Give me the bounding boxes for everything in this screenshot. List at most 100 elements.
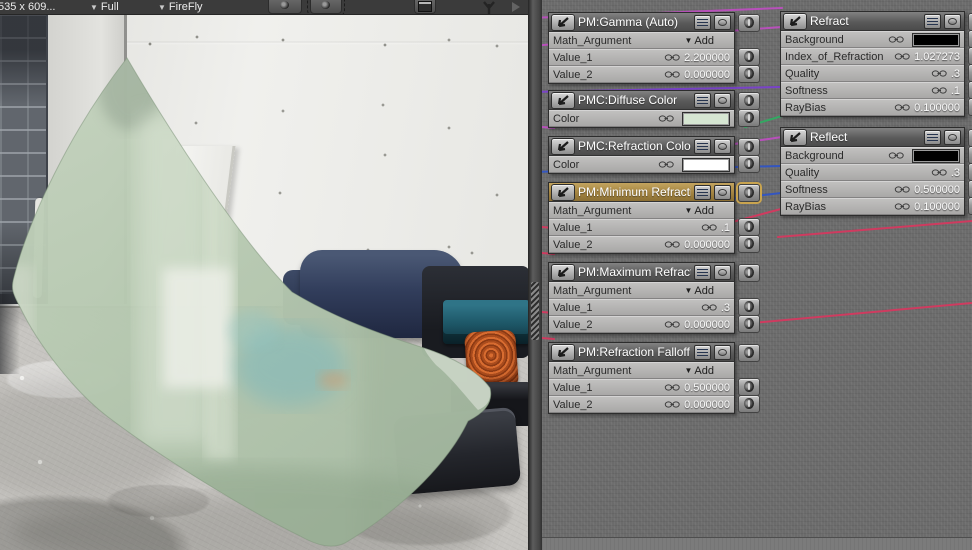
node-menu-button[interactable] [694,92,711,108]
param-value-field[interactable] [658,111,730,126]
node-preview-button[interactable] [551,263,575,281]
color-swatch[interactable] [912,148,960,163]
node-preview-button[interactable] [551,183,575,201]
param-dial[interactable] [968,197,972,215]
param-dial[interactable] [968,98,972,116]
render-button[interactable] [268,0,302,14]
node-menu-button[interactable] [924,13,941,29]
node-header[interactable]: PM:Gamma (Auto) [549,13,734,32]
color-swatch[interactable] [912,32,960,47]
node-refract[interactable]: Refract Background Index_of_Refraction 1… [780,11,972,117]
link-icon[interactable] [894,103,911,112]
param-dial[interactable] [968,30,972,48]
param-dial[interactable] [968,163,972,181]
link-icon[interactable] [664,53,681,62]
splitter-grip[interactable] [531,282,539,340]
param-dial[interactable] [968,47,972,65]
link-icon[interactable] [664,400,681,409]
node-preview-button[interactable] [551,13,575,31]
param-dial[interactable] [738,235,760,253]
node-header[interactable]: PMC:Diffuse Color [549,91,734,110]
param-dial[interactable] [738,315,760,333]
viewport-panel-splitter[interactable] [528,0,542,550]
node-output-connector[interactable] [738,14,760,32]
color-swatch[interactable] [682,111,730,126]
node-menu-button[interactable] [694,264,711,280]
node-reflect[interactable]: Reflect Background Quality .3 Softness 0… [780,127,972,216]
param-dial[interactable] [968,180,972,198]
node-header[interactable]: PMC:Refraction Color [549,137,734,156]
texture-view-button[interactable] [414,0,436,14]
param-value-field[interactable]: 0.100000 [894,102,960,114]
area-render-button[interactable] [307,0,345,14]
param-dial[interactable] [738,155,760,173]
color-swatch[interactable] [682,157,730,172]
node-output-connector[interactable] [738,264,760,282]
param-dial[interactable] [968,81,972,99]
node-pm-refraction-falloff[interactable]: PM:Refraction Falloff Math_Argument ▼ Add… [548,342,760,414]
param-value-field[interactable]: 0.000000 [664,69,730,81]
param-dial[interactable] [738,109,760,127]
param-value-field[interactable]: .1 [701,222,730,234]
node-output-connector[interactable] [738,184,760,202]
link-icon[interactable] [931,168,948,177]
link-icon[interactable] [894,202,911,211]
param-dial[interactable] [738,48,760,66]
param-value-field[interactable]: 1.027273 [894,51,960,63]
param-dial[interactable] [738,395,760,413]
param-dial[interactable] [738,65,760,83]
node-header[interactable]: Refract [781,12,964,31]
link-icon[interactable] [894,52,911,61]
display-mode-dropdown[interactable]: ▼ Full [90,0,119,14]
param-value-field[interactable] [888,32,960,47]
param-value-field[interactable]: 0.500000 [664,382,730,394]
node-output-connector[interactable] [738,344,760,362]
node-pm-gamma[interactable]: PM:Gamma (Auto) Math_Argument ▼ Add Value… [548,12,760,84]
link-icon[interactable] [664,70,681,79]
node-collapse-button[interactable] [944,13,961,29]
param-dial[interactable] [968,146,972,164]
link-icon[interactable] [931,86,948,95]
math-argument-dropdown[interactable]: ▼ Add [685,285,715,297]
node-collapse-button[interactable] [714,264,731,280]
node-collapse-button[interactable] [714,138,731,154]
node-pm-minimum-refraction[interactable]: PM:Minimum Refraction Math_Argument ▼Add… [548,182,760,254]
param-value-field[interactable]: .3 [701,302,730,314]
link-icon[interactable] [664,320,681,329]
link-icon[interactable] [664,240,681,249]
node-preview-button[interactable] [551,343,575,361]
node-header[interactable]: Reflect [781,128,964,147]
node-pm-maximum-refraction[interactable]: PM:Maximum Refraction Math_Argument ▼Add… [548,262,760,334]
node-collapse-button[interactable] [714,344,731,360]
node-menu-button[interactable] [694,344,711,360]
param-value-field[interactable] [658,157,730,172]
param-value-field[interactable]: 2.200000 [664,52,730,64]
param-value-field[interactable]: 0.100000 [894,201,960,213]
link-icon[interactable] [931,69,948,78]
node-collapse-button[interactable] [714,184,731,200]
param-value-field[interactable]: 0.000000 [664,319,730,331]
math-argument-dropdown[interactable]: ▼ Add [685,365,715,377]
next-arrow-icon[interactable] [512,2,520,12]
node-collapse-button[interactable] [714,92,731,108]
node-menu-button[interactable] [924,129,941,145]
link-icon[interactable] [701,303,718,312]
param-dial[interactable] [968,64,972,82]
param-value-field[interactable] [888,148,960,163]
param-dial[interactable] [738,218,760,236]
node-preview-button[interactable] [551,91,575,109]
param-value-field[interactable]: .3 [931,167,960,179]
node-menu-button[interactable] [694,14,711,30]
param-dial[interactable] [738,378,760,396]
node-output-connector[interactable] [738,138,760,156]
link-icon[interactable] [888,35,905,44]
node-output-connector[interactable] [738,92,760,110]
link-icon[interactable] [701,223,718,232]
link-icon[interactable] [658,160,675,169]
link-icon[interactable] [658,114,675,123]
node-header[interactable]: PM:Refraction Falloff [549,343,734,362]
math-argument-dropdown[interactable]: ▼ Add [685,205,715,217]
link-icon[interactable] [888,151,905,160]
param-value-field[interactable]: 0.500000 [894,184,960,196]
param-dial[interactable] [738,298,760,316]
